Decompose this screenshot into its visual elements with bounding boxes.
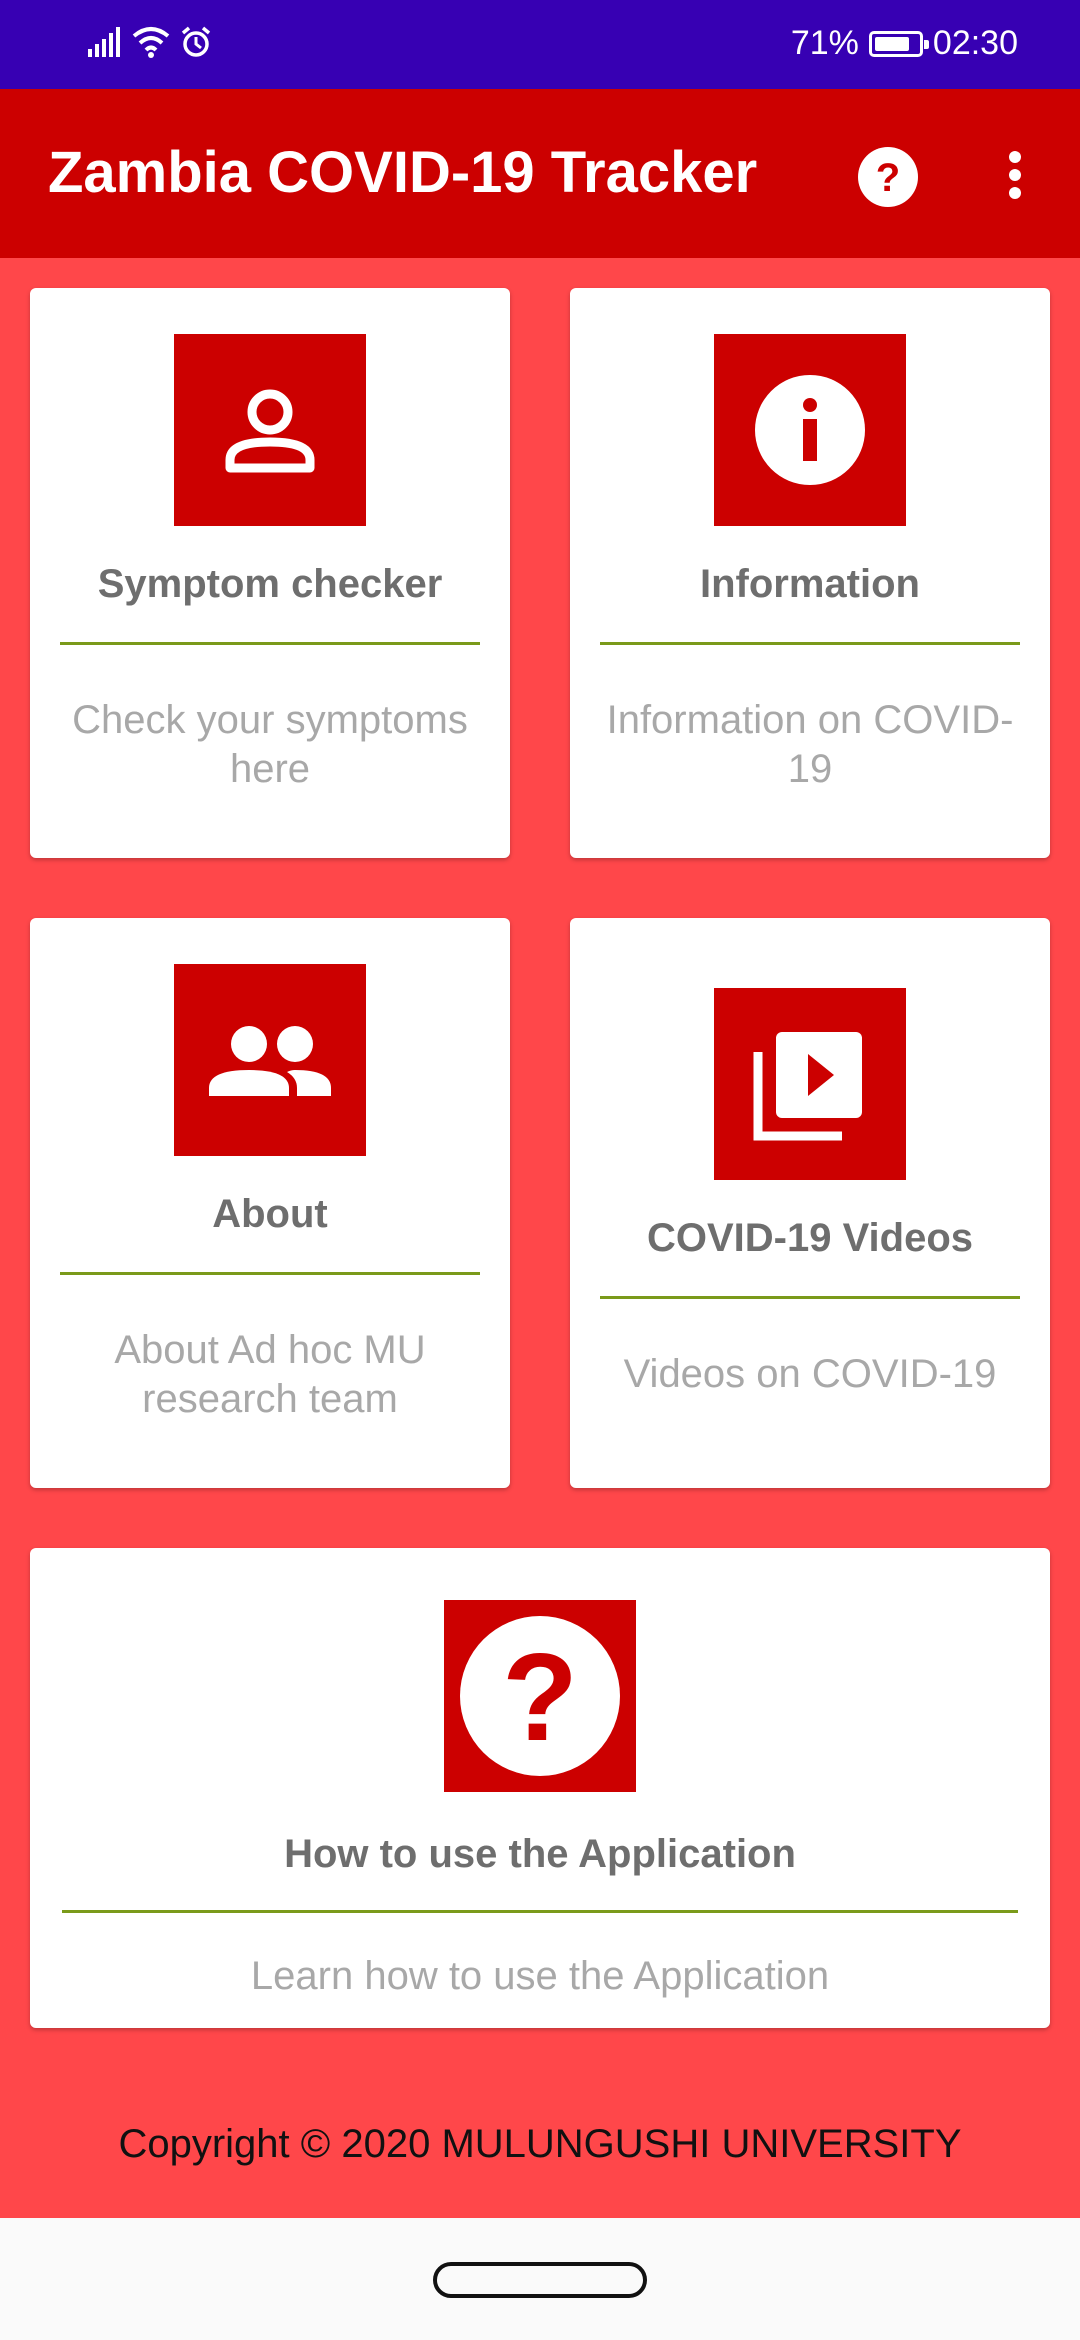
status-bar: 71% 02:30 [0, 0, 1080, 89]
card-title: Information [700, 562, 920, 606]
card-divider [600, 642, 1020, 645]
information-card[interactable]: Information Information on COVID-19 [570, 288, 1050, 858]
alarm-icon [181, 26, 211, 57]
how-to-use-card[interactable]: ? How to use the Application Learn how t… [30, 1548, 1050, 2028]
card-title: Symptom checker [97, 562, 443, 606]
video-library-icon [753, 1032, 862, 1141]
about-icon-box [174, 964, 366, 1156]
how-to-use-icon-box: ? [444, 1600, 636, 1792]
card-divider [600, 1296, 1020, 1299]
status-time: 02:30 [932, 24, 1018, 62]
battery-charging-icon [868, 30, 929, 57]
card-divider [62, 1910, 1018, 1913]
covid-videos-card[interactable]: COVID-19 Videos Videos on COVID-19 [570, 918, 1050, 1488]
info-icon [755, 375, 865, 485]
help-circle-icon[interactable]: ? [858, 147, 918, 207]
svg-text:?: ? [876, 156, 900, 200]
battery-percent: 71% [790, 24, 859, 62]
card-title: About [212, 1192, 328, 1236]
symptom-checker-icon-box [174, 334, 366, 526]
card-divider [60, 642, 480, 645]
app-title: Zambia COVID-19 Tracker [48, 140, 758, 205]
about-card[interactable]: About About Ad hoc MU research team [30, 918, 510, 1488]
copyright-text: Copyright © 2020 MULUNGUSHI UNIVERSITY [118, 2122, 962, 2166]
card-divider [60, 1272, 480, 1275]
card-description: Learn how to use the Application [250, 1954, 830, 1998]
app-bar: Zambia COVID-19 Tracker ? [0, 89, 1080, 258]
card-description: About Ad hoc MU research team [114, 1328, 426, 1421]
information-icon-box [714, 334, 906, 526]
people-icon [209, 1026, 331, 1096]
card-title: COVID-19 Videos [646, 1216, 974, 1260]
person-icon [225, 389, 315, 473]
wifi-icon [132, 27, 170, 58]
status-icons-right: 71% 02:30 [791, 24, 1018, 63]
svg-text:?: ? [502, 1629, 578, 1767]
home-gesture-bar[interactable] [433, 2262, 647, 2298]
symptom-checker-card[interactable]: Symptom checker Check your symptoms here [30, 288, 510, 858]
more-vert-icon[interactable] [1000, 145, 1030, 205]
card-description: Check your symptoms here [72, 698, 468, 791]
card-description: Videos on COVID-19 [623, 1352, 997, 1396]
signal-icon [88, 27, 120, 57]
status-icons-left [88, 26, 212, 58]
card-description: Information on COVID-19 [606, 698, 1014, 791]
navigation-bar [0, 2218, 1080, 2340]
card-title: How to use the Application [284, 1832, 796, 1876]
help-icon: ? [460, 1616, 620, 1776]
videos-icon-box [714, 988, 906, 1180]
